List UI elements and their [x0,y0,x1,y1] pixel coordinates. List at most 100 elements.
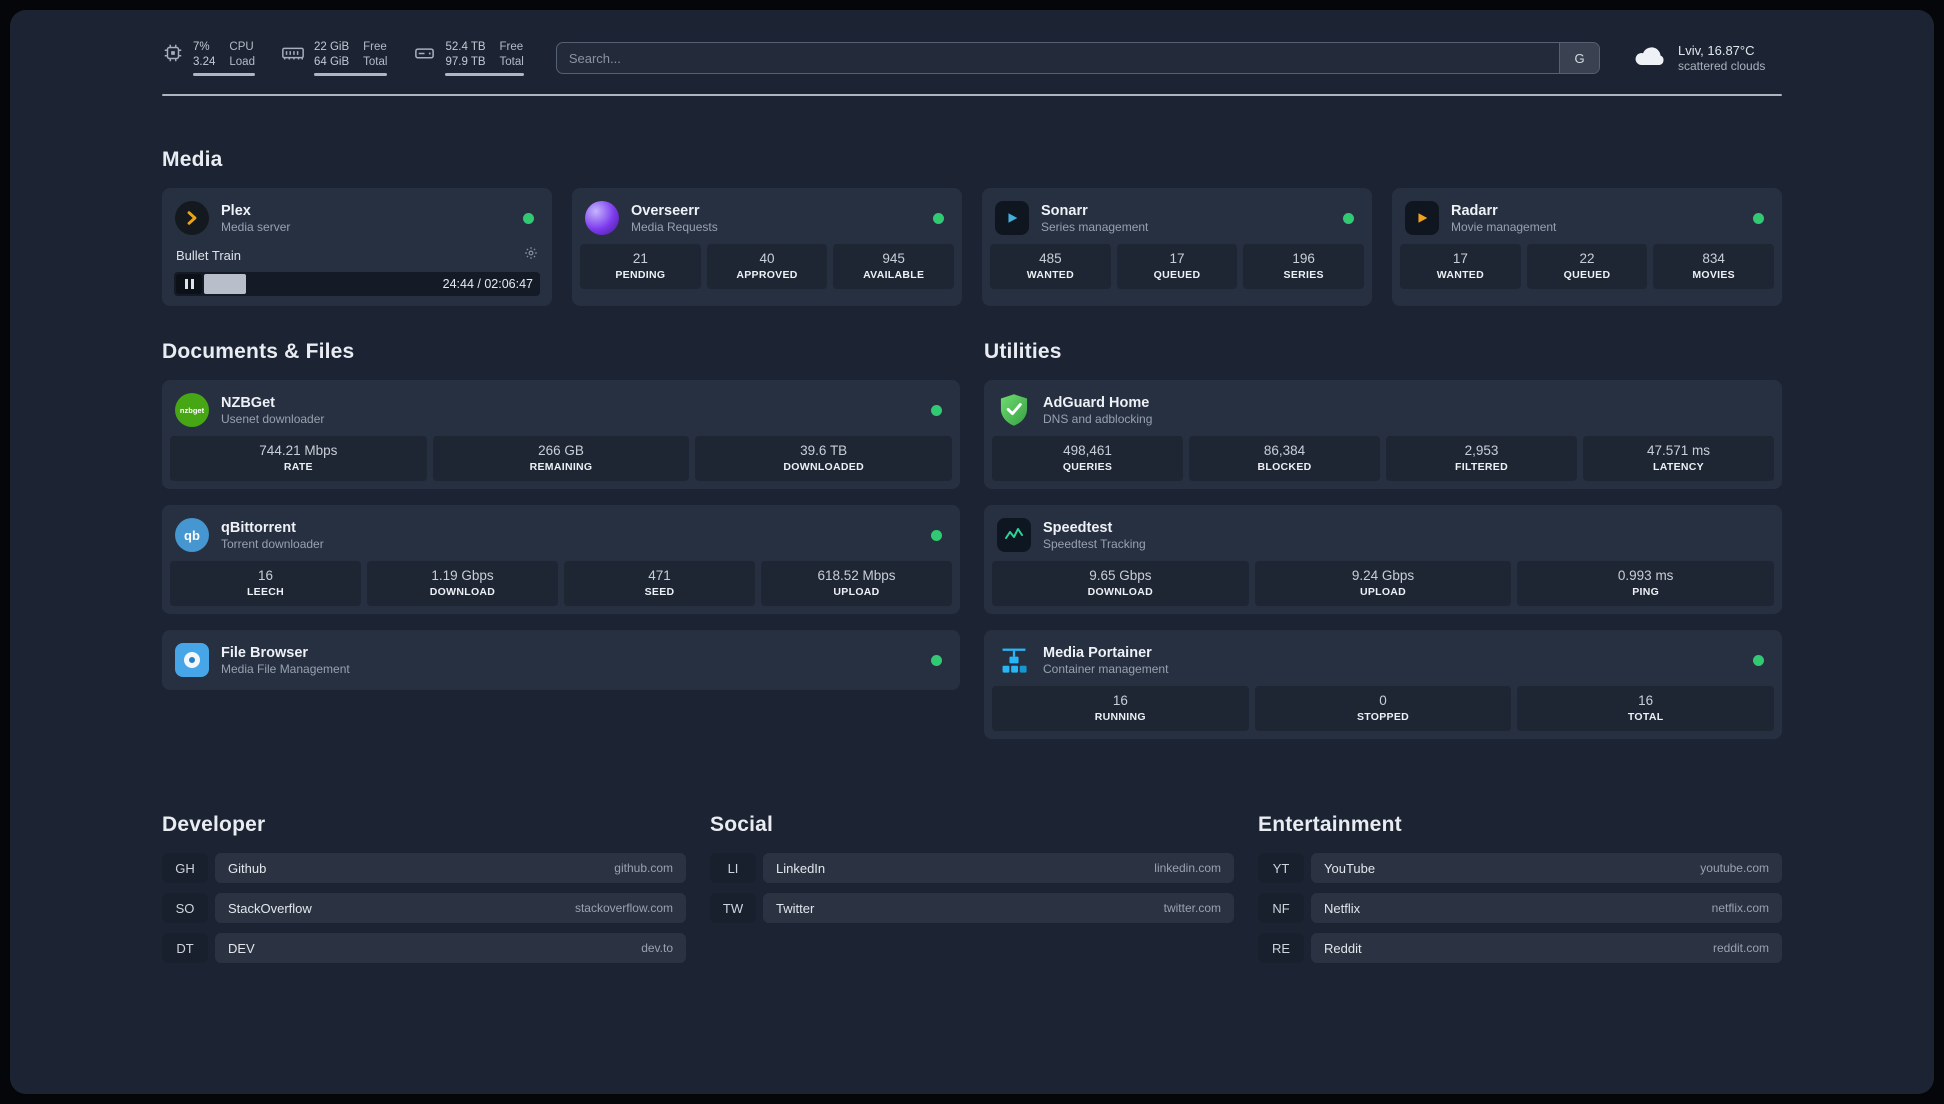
bookmark-url: twitter.com [1163,901,1221,915]
qbittorrent-desc: Torrent downloader [221,536,324,551]
bookmark-name: DEV [228,940,255,956]
utilities-section-title: Utilities [984,340,1062,363]
bookmark-abbr: TW [710,893,756,923]
plex-name: Plex [221,202,251,219]
stat-approved: 40 APPROVED [706,244,828,289]
plex-status-dot [523,212,534,224]
nzbget-status-dot [931,404,942,416]
adguard-desc: DNS and adblocking [1043,411,1153,426]
overseerr-icon [584,200,620,236]
screenshot-frame: 7% 3.24 CPU Load 22 GiB 64 GiB Free Tota… [0,0,1944,1104]
card-sonarr[interactable]: Sonarr Series management 485 WANTED 17 Q… [982,188,1372,306]
portainer-icon [996,642,1032,678]
bookmark-abbr: LI [710,853,756,883]
stat-blocked: 86,384 BLOCKED [1189,436,1380,481]
pause-button[interactable] [176,274,202,294]
search-provider-button[interactable]: G [1559,43,1599,73]
header-divider [162,94,1782,96]
nzbget-desc: Usenet downloader [221,411,325,426]
section-utilities: Utilities AdGuard Home DNS and adblockin… [984,340,1782,755]
disk-total-value: 97.9 TB [445,56,486,68]
weather-location-temp: Lviv, 16.87°C [1678,43,1755,58]
bookmark-name: Github [228,860,267,876]
search-input[interactable] [556,43,1559,73]
portainer-desc: Container management [1043,661,1169,676]
bookmark-linkedin[interactable]: LI LinkedIn linkedin.com [710,853,1234,883]
bookmark-twitter[interactable]: TW Twitter twitter.com [710,893,1234,923]
filebrowser-status-dot [931,654,942,666]
bookmark-netflix[interactable]: NF Netflix netflix.com [1258,893,1782,923]
stat-upload: 9.24 Gbps UPLOAD [1254,561,1512,606]
cpu-label: CPU [229,41,254,53]
portainer-status-dot [1753,654,1764,666]
stat-queued: 22 QUEUED [1526,244,1648,289]
memory-icon [281,42,305,69]
bookmark-url: stackoverflow.com [574,901,673,915]
card-radarr[interactable]: Radarr Movie management 17 WANTED 22 QUE… [1392,188,1782,306]
card-portainer[interactable]: Media Portainer Container management 16 … [984,630,1782,739]
filebrowser-name: File Browser [221,644,309,661]
bookmark-dev[interactable]: DT DEV dev.to [162,933,686,963]
bookmark-url: dev.to [641,941,673,955]
media-section-title: Media [162,148,223,171]
speedtest-icon [996,517,1032,553]
search-bar: G [555,42,1600,74]
plex-now-playing: Bullet Train 24:44 / 02:06:47 [170,244,544,298]
stat-series: 196 SERIES [1243,244,1365,289]
card-filebrowser[interactable]: File Browser Media File Management [162,630,960,690]
cpu-usage-bar [193,73,255,76]
player-settings-gear-icon[interactable] [524,246,538,265]
stat-wanted: 485 WANTED [990,244,1111,289]
bookmark-reddit[interactable]: RE Reddit reddit.com [1258,933,1782,963]
card-plex[interactable]: Plex Media server Bullet Train 24:44 / 0… [162,188,552,306]
bookmark-group-entertainment: Entertainment YT YouTube youtube.com NF … [1258,813,1782,973]
bookmark-url: youtube.com [1700,861,1769,875]
nzbget-name: NZBGet [221,394,275,411]
card-adguard[interactable]: AdGuard Home DNS and adblocking 498,461 … [984,380,1782,489]
stat-available: 945 AVAILABLE [833,244,955,289]
disk-free-label: Free [499,41,524,53]
card-nzbget[interactable]: nzbget NZBGet Usenet downloader 744.21 M… [162,380,960,489]
cpu-icon [162,42,184,69]
stat-leech: 16 LEECH [170,561,361,606]
portainer-name: Media Portainer [1043,644,1152,661]
adguard-name: AdGuard Home [1043,394,1150,411]
plex-icon [174,200,210,236]
memory-usage-bar [313,73,388,76]
disk-usage-bar [445,73,524,76]
stat-rate: 744.21 Mbps RATE [170,436,427,481]
dashboard-panel: 7% 3.24 CPU Load 22 GiB 64 GiB Free Tota… [10,10,1934,1094]
bookmark-name: YouTube [1324,860,1376,876]
bookmark-url: reddit.com [1712,941,1769,955]
weather-condition: scattered clouds [1678,59,1766,73]
radarr-status-dot [1753,212,1764,224]
stat-ping: 0.993 ms PING [1517,561,1775,606]
bookmark-name: Netflix [1324,900,1361,916]
bookmark-name: StackOverflow [228,900,312,916]
qbittorrent-status-dot [931,529,942,541]
memory-total-value: 64 GiB [313,56,350,68]
card-speedtest[interactable]: Speedtest Speedtest Tracking 9.65 Gbps D… [984,505,1782,614]
memory-free-label: Free [363,41,387,53]
bookmark-stackoverflow[interactable]: SO StackOverflow stackoverflow.com [162,893,686,923]
stat-queued: 17 QUEUED [1116,244,1238,289]
bookmarks-area: Developer GH Github github.com SO StackO… [162,813,1782,1013]
bookmark-abbr: DT [162,933,208,963]
stat-running: 16 RUNNING [992,686,1249,731]
bookmark-youtube[interactable]: YT YouTube youtube.com [1258,853,1782,883]
card-qbittorrent[interactable]: qb qBittorrent Torrent downloader 16 LEE… [162,505,960,614]
disk-widget: 52.4 TB 97.9 TB Free Total [413,40,524,76]
card-overseerr[interactable]: Overseerr Media Requests 21 PENDING 40 A… [572,188,962,306]
section-documents: Documents & Files nzbget NZBGet Usenet d… [162,340,960,755]
bookmark-abbr: YT [1258,853,1304,883]
sonarr-desc: Series management [1041,219,1149,234]
disk-icon [413,42,436,69]
disk-total-label: Total [499,56,524,68]
stat-download: 9.65 Gbps DOWNLOAD [992,561,1249,606]
stat-queries: 498,461 QUERIES [992,436,1183,481]
adguard-icon [996,392,1032,428]
stat-upload: 618.52 Mbps UPLOAD [761,561,952,606]
section-media: Media Plex Media server Bullet Train 24:… [162,148,1782,306]
bookmark-github[interactable]: GH Github github.com [162,853,686,883]
speedtest-name: Speedtest [1043,519,1113,536]
